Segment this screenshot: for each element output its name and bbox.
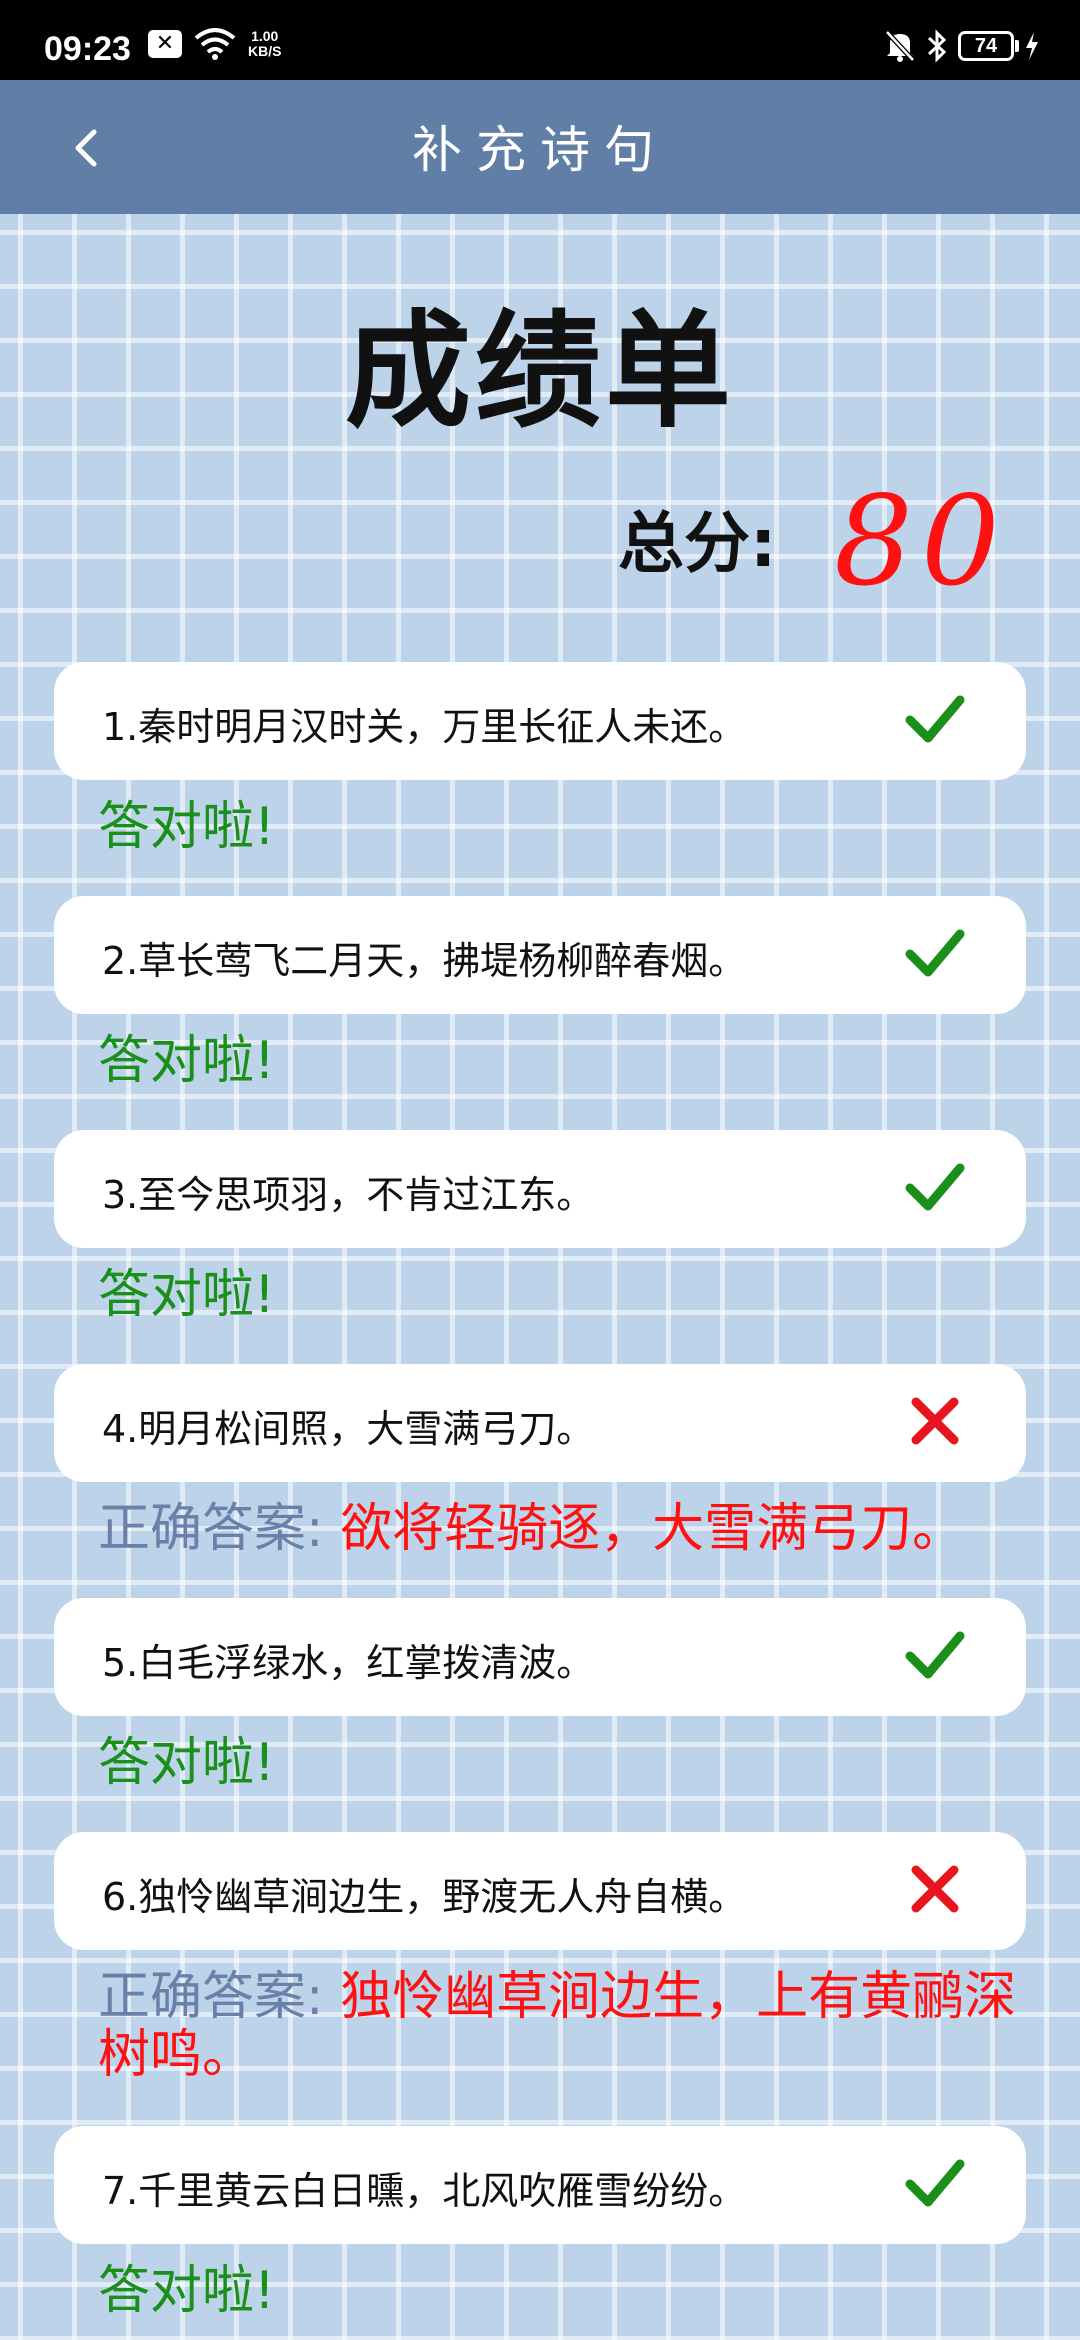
network-speed-value: 1.00 (251, 28, 279, 44)
question-card-1: 1.秦时明月汉时关，万里长征人未还。 (54, 662, 1026, 780)
check-icon (905, 695, 965, 743)
cross-icon (911, 1865, 959, 1913)
question-text: 3.至今思项羽，不肯过江东。 (102, 1173, 595, 1217)
status-time: 09:23 (44, 30, 131, 68)
network-speed: 1.00 KB/S (248, 29, 281, 59)
question-text: 7.千里黄云白日曛，北风吹雁雪纷纷。 (102, 2169, 747, 2213)
feedback-wrong: 正确答案: 欲将轻骑逐，大雪满弓刀。 (98, 1500, 1044, 1558)
question-card-6: 6.独怜幽草涧边生，野渡无人舟自横。 (54, 1832, 1026, 1950)
cross-icon (911, 1397, 959, 1445)
check-icon (905, 929, 965, 977)
correct-answer-label: 正确答案: (98, 1967, 324, 2027)
feedback-correct: 答对啦! (98, 1733, 275, 1793)
question-text: 2.草长莺飞二月天，拂堤杨柳醉春烟。 (102, 939, 747, 983)
report-heading: 成绩单 (345, 298, 735, 445)
battery-indicator: 74 (958, 31, 1019, 61)
charging-icon (1026, 32, 1038, 60)
feedback-correct: 答对啦! (98, 1031, 275, 1091)
correct-answer-label: 正确答案: (98, 1499, 324, 1559)
total-score-value: 80 (834, 470, 1008, 614)
question-text: 1.秦时明月汉时关，万里长征人未还。 (102, 705, 747, 749)
notification-icon: ✕ (148, 30, 182, 58)
question-text: 6.独怜幽草涧边生，野渡无人舟自横。 (102, 1875, 747, 1919)
status-right-icons: 74 (884, 28, 1040, 64)
question-text: 5.白毛浮绿水，红掌拨清波。 (102, 1641, 595, 1685)
question-card-4: 4.明月松间照，大雪满弓刀。 (54, 1364, 1026, 1482)
wifi-icon (194, 28, 236, 60)
feedback-wrong: 正确答案: 独怜幽草涧边生，上有黄鹂深树鸣。 (98, 1968, 1044, 2084)
page-title: 补充诗句 (412, 121, 668, 179)
question-card-7: 7.千里黄云白日曛，北风吹雁雪纷纷。 (54, 2126, 1026, 2244)
question-card-2: 2.草长莺飞二月天，拂堤杨柳醉春烟。 (54, 896, 1026, 1014)
correct-answer-text: 欲将轻骑逐，大雪满弓刀。 (340, 1499, 965, 1559)
bluetooth-icon (927, 29, 947, 63)
status-bar: 09:23 ✕ 1.00 KB/S 74 (0, 0, 1080, 80)
question-text: 4.明月松间照，大雪满弓刀。 (102, 1407, 595, 1451)
question-card-5: 5.白毛浮绿水，红掌拨清波。 (54, 1598, 1026, 1716)
status-left-icons: ✕ 1.00 KB/S (148, 28, 281, 60)
total-score-label: 总分: (618, 505, 777, 582)
mute-bell-icon (885, 30, 915, 62)
feedback-correct: 答对啦! (98, 2261, 275, 2321)
network-speed-unit: KB/S (248, 43, 282, 59)
check-icon (905, 2159, 965, 2207)
check-icon (905, 1163, 965, 1211)
app-bar: 补充诗句 (0, 80, 1080, 214)
feedback-correct: 答对啦! (98, 1265, 275, 1325)
check-icon (905, 1631, 965, 1679)
feedback-correct: 答对啦! (98, 797, 275, 857)
question-card-3: 3.至今思项羽，不肯过江东。 (54, 1130, 1026, 1248)
